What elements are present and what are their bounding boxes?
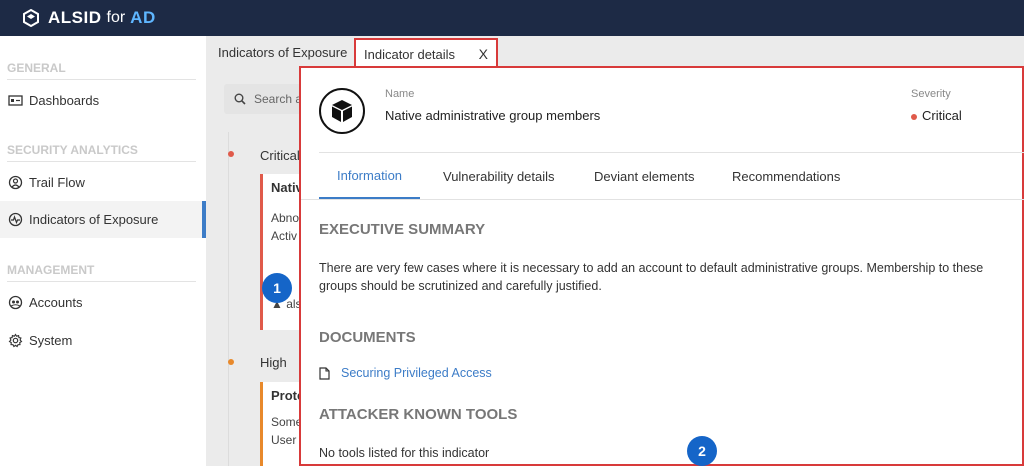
sidebar-item-label: Trail Flow — [29, 174, 85, 190]
sidebar-item-label: System — [29, 332, 73, 348]
logo-ad: AD — [130, 8, 156, 27]
section-title-management: MANAGEMENT — [7, 263, 95, 277]
tab-deviant-elements[interactable]: Deviant elements — [576, 153, 712, 199]
executive-summary-text: There are very few cases where it is nec… — [319, 261, 984, 293]
documents-heading: DOCUMENTS — [319, 329, 416, 346]
section-divider — [7, 79, 196, 80]
sidebar-item-system[interactable]: System — [0, 322, 206, 358]
document-link[interactable]: Securing Privileged Access — [319, 366, 492, 380]
callout-badge-2: 2 — [687, 436, 717, 466]
tab-information[interactable]: Information — [319, 153, 421, 199]
top-bar: ALSID for AD — [0, 0, 1024, 36]
close-icon[interactable]: X — [479, 46, 488, 62]
level-label-high: High — [260, 355, 287, 370]
tab-recommendations[interactable]: Recommendations — [714, 153, 858, 199]
sidebar-item-indicators-of-exposure[interactable]: Indicators of Exposure — [0, 201, 206, 238]
main-tab-bar: Indicators of Exposure Indicator details… — [206, 36, 1024, 68]
sidebar-item-dashboards[interactable]: Dashboards — [0, 82, 206, 118]
sidebar-item-accounts[interactable]: Accounts — [0, 284, 206, 320]
tab-indicator-details[interactable]: Indicator details X — [354, 38, 498, 68]
severity-dot-high — [228, 359, 234, 365]
severity-dot-critical — [228, 151, 234, 157]
callout-badge-1: 1 — [262, 273, 292, 303]
alsid-logo-icon — [23, 9, 39, 27]
document-icon — [319, 366, 330, 380]
severity-dot — [911, 113, 917, 120]
trail-flow-icon — [8, 175, 23, 190]
gear-icon — [8, 332, 23, 348]
dashboard-icon — [8, 93, 23, 108]
sidebar-item-label: Dashboards — [29, 92, 100, 108]
indicator-details-panel: Name Native administrative group members… — [299, 66, 1024, 466]
tab-indicators-of-exposure[interactable]: Indicators of Exposure — [210, 38, 357, 66]
level-label-critical: Critical — [260, 148, 300, 163]
severity-label: Severity — [911, 88, 951, 100]
indicator-icon — [319, 88, 365, 134]
pulse-icon — [8, 212, 23, 227]
indicator-name: Native administrative group members — [385, 108, 601, 123]
logo-text: ALSID — [48, 8, 102, 27]
section-title-general: GENERAL — [7, 61, 66, 75]
section-divider — [7, 161, 196, 162]
indicators-list: Search a Critical Nativ Abno Activ ▲ als… — [206, 66, 314, 466]
search-placeholder: Search a — [254, 92, 303, 106]
name-label: Name — [385, 88, 415, 100]
severity-text: Critical — [922, 108, 962, 123]
section-title-security-analytics: SECURITY ANALYTICS — [7, 143, 138, 157]
search-icon — [234, 93, 246, 105]
section-divider — [7, 281, 196, 282]
sidebar: GENERAL Dashboards SECURITY ANALYTICS Tr… — [0, 36, 206, 466]
document-link-label[interactable]: Securing Privileged Access — [341, 366, 492, 380]
executive-summary-heading: EXECUTIVE SUMMARY — [319, 221, 486, 238]
attacker-tools-heading: ATTACKER KNOWN TOOLS — [319, 406, 518, 423]
tab-label: Indicators of Exposure — [218, 44, 348, 60]
sidebar-item-label: Indicators of Exposure — [29, 212, 159, 227]
sidebar-item-label: Accounts — [29, 294, 83, 310]
tabs-divider — [301, 199, 1024, 200]
tab-vulnerability-details[interactable]: Vulnerability details — [425, 153, 573, 199]
attacker-tools-text: No tools listed for this indicator — [319, 446, 490, 460]
logo-for: for — [106, 9, 126, 26]
accounts-icon — [8, 295, 23, 310]
cube-icon — [332, 100, 352, 122]
timeline-line — [228, 132, 229, 466]
sidebar-item-trail-flow[interactable]: Trail Flow — [0, 164, 206, 200]
tab-label: Indicator details — [364, 46, 456, 62]
severity-value: Critical — [911, 108, 962, 123]
